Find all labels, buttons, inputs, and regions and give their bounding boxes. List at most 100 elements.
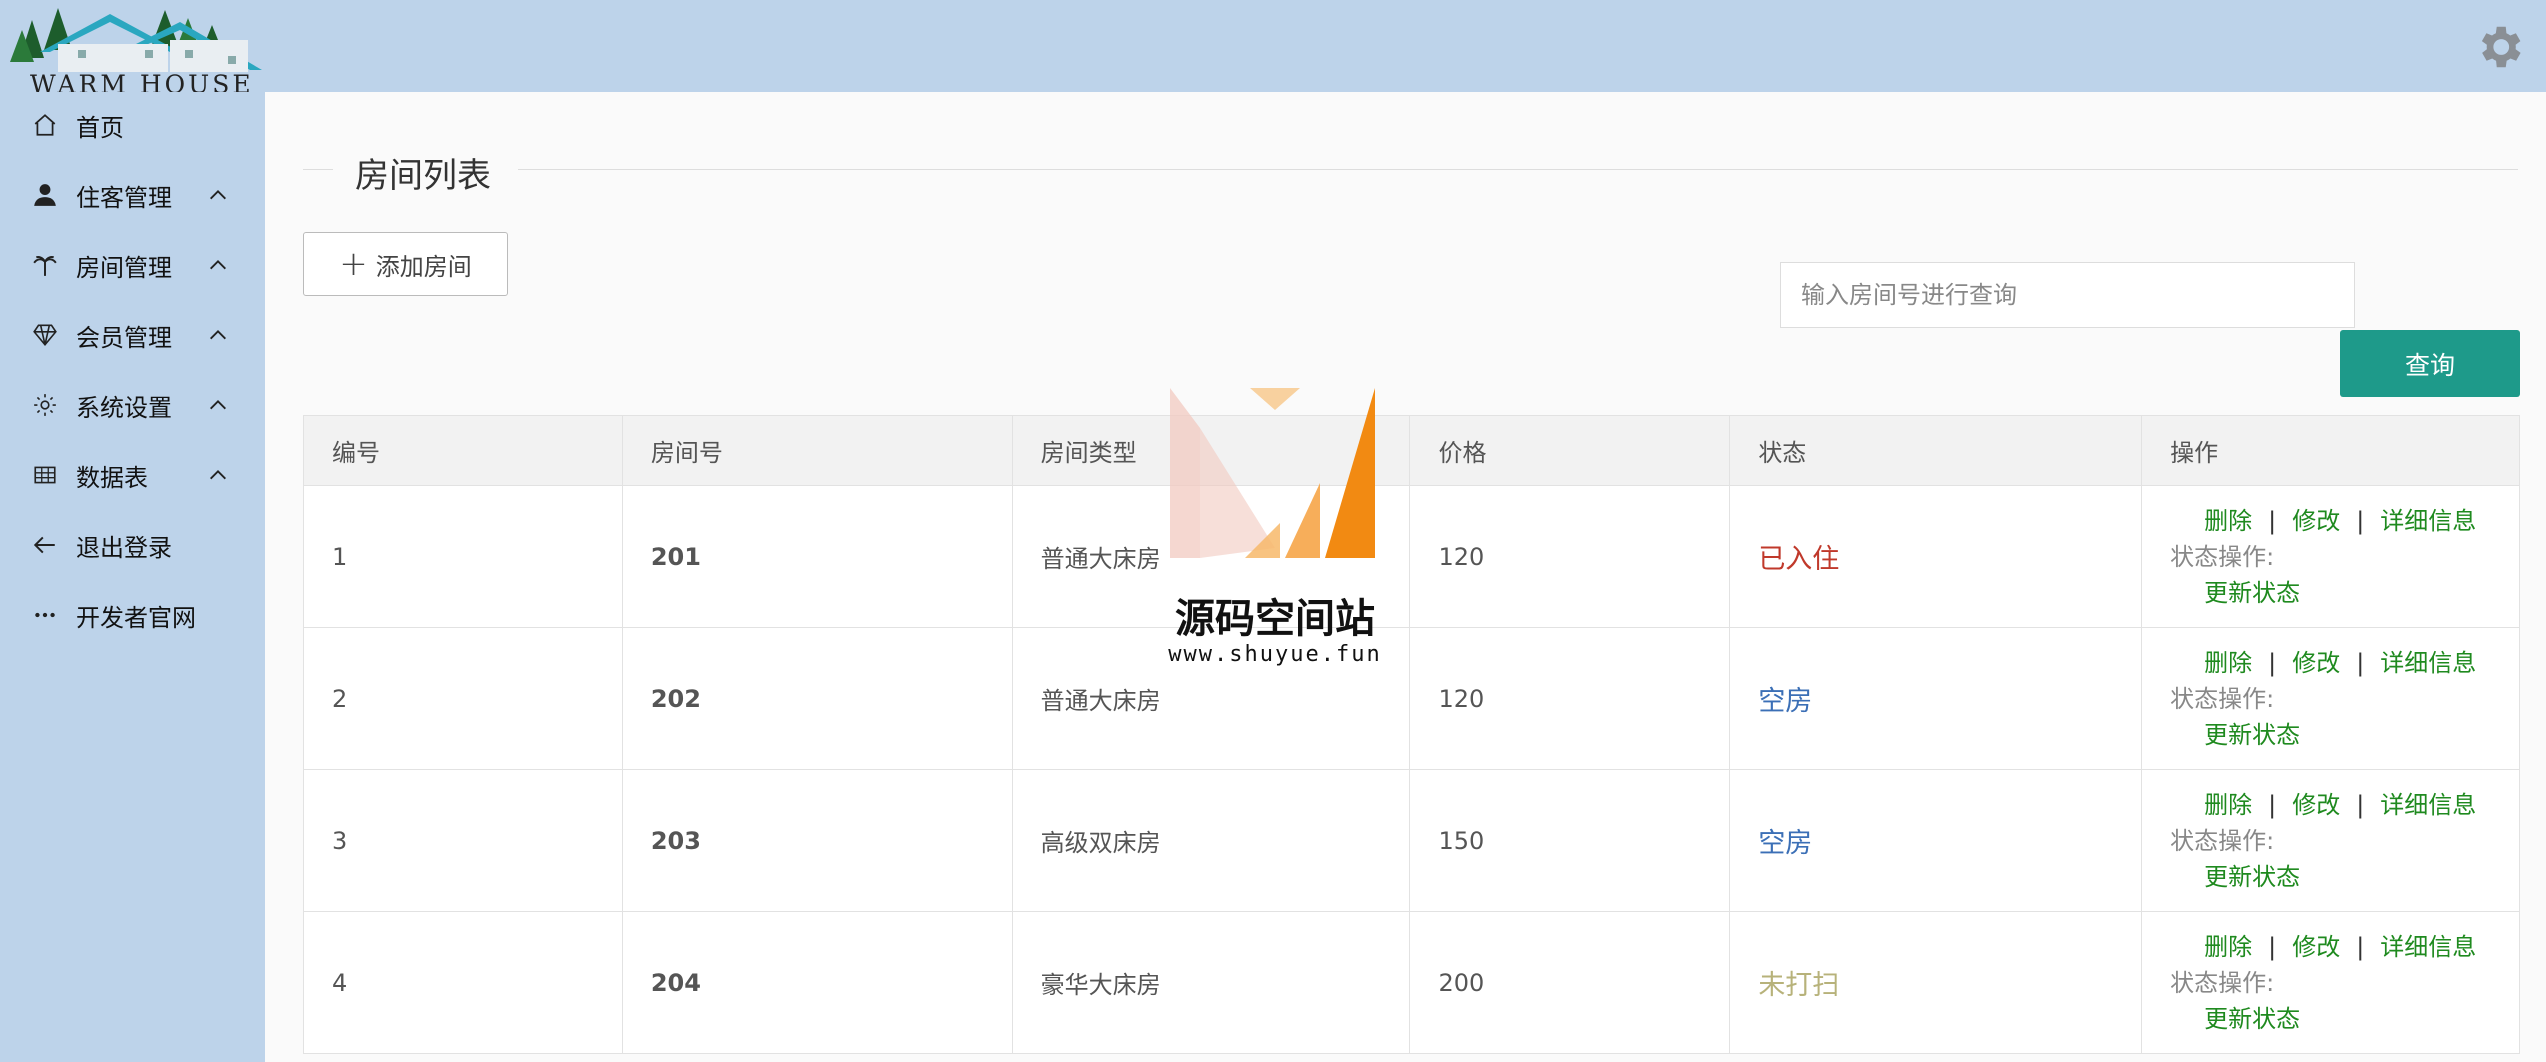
- sidebar-item-guests[interactable]: 住客管理: [0, 165, 265, 225]
- table-icon: [32, 462, 58, 488]
- cell-id: 2: [303, 627, 623, 770]
- delete-link[interactable]: 删除: [2204, 791, 2252, 819]
- sidebar-item-label: 退出登录: [76, 533, 172, 562]
- cell-price: 200: [1409, 911, 1731, 1054]
- edit-link[interactable]: 修改: [2292, 649, 2340, 677]
- state-ops-label: 状态操作:: [2170, 968, 2275, 997]
- edit-link[interactable]: 修改: [2292, 933, 2340, 961]
- sidebar-item-label: 住客管理: [76, 183, 172, 212]
- sidebar-item-settings[interactable]: 系统设置: [0, 375, 265, 435]
- update-state-link[interactable]: 更新状态: [2204, 863, 2300, 891]
- delete-link[interactable]: 删除: [2204, 933, 2252, 961]
- room-search-input[interactable]: [1780, 262, 2355, 328]
- add-room-label: 添加房间: [375, 252, 472, 281]
- top-bar: WARM HOUSE: [0, 0, 2546, 99]
- update-state-link[interactable]: 更新状态: [2204, 579, 2300, 607]
- state-ops-label: 状态操作:: [2170, 542, 2275, 571]
- main-content: 房间列表 + 添加房间 查询 编号 房间号 房间类型 价格 状态 操作 1 20…: [265, 92, 2546, 1062]
- add-room-button[interactable]: + 添加房间: [303, 232, 508, 296]
- cell-room-number: 201: [621, 485, 1013, 628]
- edit-link[interactable]: 修改: [2292, 507, 2340, 535]
- sidebar-item-rooms[interactable]: 房间管理: [0, 235, 265, 295]
- cell-price: 120: [1409, 485, 1731, 628]
- table-row: 3 203 高级双床房 150 空房 删除 | 修改 | 详细信息 状态操作: 更新状态: [303, 769, 2520, 912]
- delete-link[interactable]: 删除: [2204, 507, 2252, 535]
- detail-link[interactable]: 详细信息: [2380, 791, 2476, 819]
- query-button[interactable]: 查询: [2340, 330, 2520, 397]
- sidebar-item-developer[interactable]: 开发者官网: [0, 585, 265, 645]
- sidebar: 首页 住客管理 房间管理 会员管理 系统设置 数据表 退出登录 开发者官网: [0, 92, 265, 1062]
- status-badge: 未打扫: [1758, 970, 1840, 1001]
- column-header-price: 价格: [1409, 415, 1731, 486]
- chevron-up-icon: [205, 252, 231, 278]
- cell-room-number: 203: [621, 769, 1013, 912]
- table-row: 4 204 豪华大床房 200 未打扫 删除 | 修改 | 详细信息 状态操作: 更新状…: [303, 911, 2520, 1054]
- palm-icon: [32, 252, 58, 278]
- edit-link[interactable]: 修改: [2292, 791, 2340, 819]
- update-state-link[interactable]: 更新状态: [2204, 721, 2300, 749]
- page-title: 房间列表: [355, 156, 491, 196]
- detail-link[interactable]: 详细信息: [2380, 649, 2476, 677]
- state-ops-label: 状态操作:: [2170, 684, 2275, 713]
- arrow-left-icon: [32, 532, 58, 558]
- cell-id: 3: [303, 769, 623, 912]
- cell-status: 空房: [1729, 769, 2143, 912]
- cell-price: 150: [1409, 769, 1731, 912]
- status-badge: 已入住: [1758, 544, 1840, 575]
- divider: [303, 169, 333, 170]
- column-header-actions: 操作: [2141, 415, 2520, 486]
- cell-status: 已入住: [1729, 485, 2143, 628]
- cell-actions: 删除 | 修改 | 详细信息 状态操作: 更新状态: [2141, 485, 2520, 628]
- delete-link[interactable]: 删除: [2204, 649, 2252, 677]
- chevron-up-icon: [205, 462, 231, 488]
- diamond-icon: [32, 322, 58, 348]
- cell-actions: 删除 | 修改 | 详细信息 状态操作: 更新状态: [2141, 911, 2520, 1054]
- chevron-up-icon: [205, 182, 231, 208]
- more-icon: [32, 602, 58, 628]
- chevron-up-icon: [205, 392, 231, 418]
- sidebar-item-label: 房间管理: [76, 253, 172, 282]
- cell-id: 1: [303, 485, 623, 628]
- chevron-up-icon: [205, 322, 231, 348]
- detail-link[interactable]: 详细信息: [2380, 507, 2476, 535]
- table-row: 1 201 普通大床房 120 已入住 删除 | 修改 | 详细信息 状态操作: 更新状…: [303, 485, 2520, 628]
- cell-id: 4: [303, 911, 623, 1054]
- state-ops-label: 状态操作:: [2170, 826, 2275, 855]
- room-table: 编号 房间号 房间类型 价格 状态 操作 1 201 普通大床房 120 已入住…: [303, 415, 2520, 1054]
- column-header-room: 房间号: [621, 415, 1013, 486]
- column-header-status: 状态: [1729, 415, 2143, 486]
- cell-status: 空房: [1729, 627, 2143, 770]
- logo[interactable]: WARM HOUSE: [0, 0, 270, 102]
- divider: [518, 169, 2518, 170]
- cell-status: 未打扫: [1729, 911, 2143, 1054]
- sidebar-item-members[interactable]: 会员管理: [0, 305, 265, 365]
- cell-room-type: 高级双床房: [1011, 769, 1411, 912]
- detail-link[interactable]: 详细信息: [2380, 933, 2476, 961]
- settings-gear-icon[interactable]: [2472, 20, 2526, 74]
- sidebar-item-datatable[interactable]: 数据表: [0, 445, 265, 505]
- gear-icon: [32, 392, 58, 418]
- sidebar-item-home[interactable]: 首页: [0, 95, 265, 155]
- cell-room-type: 豪华大床房: [1011, 911, 1411, 1054]
- plus-icon: +: [339, 244, 368, 284]
- sidebar-item-label: 系统设置: [76, 393, 172, 422]
- cell-actions: 删除 | 修改 | 详细信息 状态操作: 更新状态: [2141, 769, 2520, 912]
- user-icon: [32, 182, 58, 208]
- status-badge: 空房: [1758, 828, 1813, 859]
- cell-actions: 删除 | 修改 | 详细信息 状态操作: 更新状态: [2141, 627, 2520, 770]
- sidebar-item-label: 首页: [76, 113, 124, 142]
- cell-room-number: 204: [621, 911, 1013, 1054]
- update-state-link[interactable]: 更新状态: [2204, 1005, 2300, 1033]
- status-badge: 空房: [1758, 686, 1813, 717]
- sidebar-item-label: 会员管理: [76, 323, 172, 352]
- watermark-url: www.shuyue.fun: [1168, 642, 1382, 667]
- sidebar-item-label: 数据表: [76, 463, 148, 492]
- sidebar-item-label: 开发者官网: [76, 603, 196, 632]
- table-header-row: 编号 房间号 房间类型 价格 状态 操作: [303, 415, 2520, 486]
- table-row: 2 202 普通大床房 120 空房 删除 | 修改 | 详细信息 状态操作: 更新状态: [303, 627, 2520, 770]
- cell-price: 120: [1409, 627, 1731, 770]
- home-icon: [32, 112, 58, 138]
- watermark-title: 源码空间站: [1175, 596, 1375, 642]
- cell-room-number: 202: [621, 627, 1013, 770]
- sidebar-item-logout[interactable]: 退出登录: [0, 515, 265, 575]
